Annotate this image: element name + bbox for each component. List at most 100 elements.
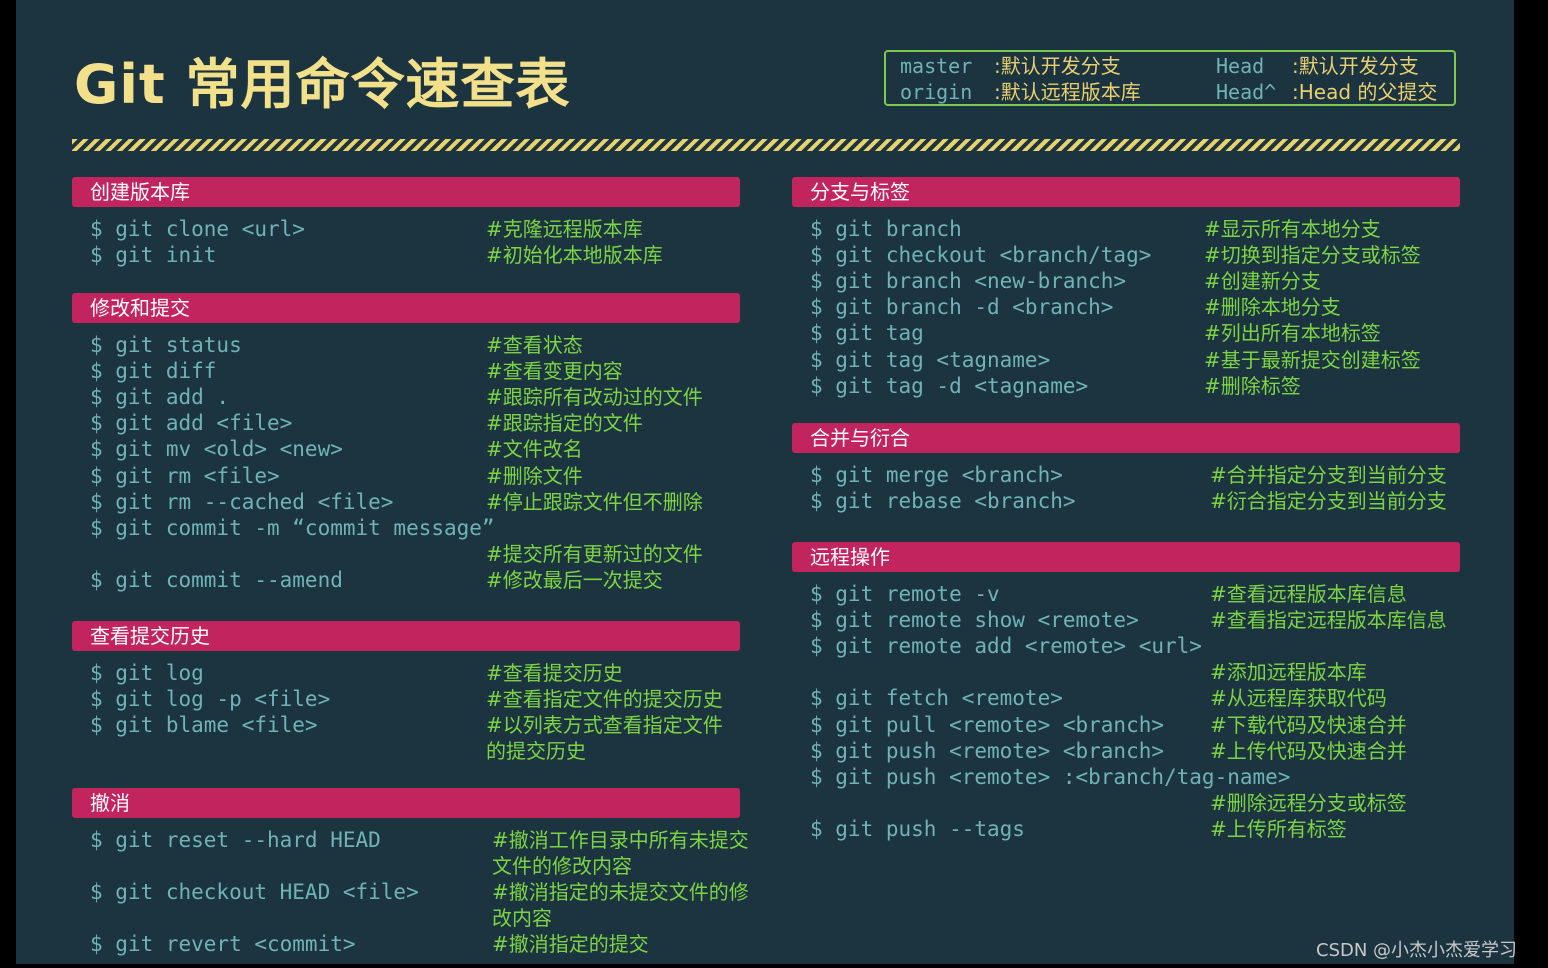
command-description: #初始化本地版本库 <box>486 243 663 268</box>
page-title: Git 常用命令速查表 <box>74 53 571 116</box>
legend-value: :Head 的父提交 <box>1292 80 1438 104</box>
section-title: 撤消 <box>90 791 130 815</box>
command-line: $ git remote -v #查看远程版本库信息 <box>810 581 1460 607</box>
command-line: $ git branch #显示所有本地分支 <box>810 216 1460 242</box>
command-description: #查看远程版本库信息 <box>1210 582 1407 606</box>
command-line: $ git tag <tagname> #基于最新提交创建标签 <box>810 347 1460 373</box>
legend-key: master <box>900 54 973 78</box>
command-description: 改内容 <box>492 906 552 931</box>
command-text: $ git commit -m “commit message” <box>90 515 495 540</box>
command-text: $ git remote show <remote> <box>810 608 1139 633</box>
command-description: #修改最后一次提交 <box>486 567 663 592</box>
command-line: $ git tag -d <tagname> #删除标签 <box>810 373 1460 399</box>
command-line: $ git checkout HEAD <file> #撤消指定的未提交文件的修 <box>90 879 749 905</box>
command-text: $ git init <box>90 243 217 268</box>
command-line: $ git blame <file> #以列表方式查看指定文件 <box>90 712 740 738</box>
command-line: $ git branch <new-branch> #创建新分支 <box>810 268 1460 294</box>
section-title-bar: 修改和提交 <box>72 293 740 323</box>
legend-key: Head^ <box>1216 80 1277 104</box>
command-line: $ git checkout <branch/tag> #切换到指定分支或标签 <box>810 242 1460 268</box>
command-line: $ git status #查看状态 <box>90 332 740 358</box>
command-line: $ git init #初始化本地版本库 <box>90 242 740 268</box>
command-line: $ git clone <url> #克隆远程版本库 <box>90 216 740 242</box>
section-title: 远程操作 <box>810 545 890 569</box>
command-line: $ git fetch <remote> #从远程库获取代码 <box>810 685 1460 711</box>
legend-key: origin <box>900 80 973 104</box>
command-description: #停止跟踪文件但不删除 <box>486 489 703 514</box>
command-text: $ git revert <commit> <box>90 932 356 957</box>
command-description: #显示所有本地分支 <box>1204 217 1381 241</box>
command-text: $ git branch -d <branch> <box>810 295 1114 320</box>
command-line: $ git revert <commit> #撤消指定的提交 <box>90 931 740 957</box>
command-line: $ git remote add <remote> <url> <box>810 633 1460 659</box>
command-line: $ git rebase <branch> #衍合指定分支到当前分支 <box>810 488 1460 514</box>
command-description: #上传代码及快速合并 <box>1210 738 1407 763</box>
command-description: #下载代码及快速合并 <box>1210 712 1407 737</box>
command-line: $ git tag #列出所有本地标签 <box>810 320 1460 346</box>
command-line: $ git push <remote> :<branch/tag-name> <box>810 764 1460 790</box>
command-description: #查看指定远程版本库信息 <box>1210 608 1447 633</box>
section-title: 分支与标签 <box>810 180 910 204</box>
command-line: 改内容 <box>90 905 740 931</box>
command-text: $ git pull <remote> <branch> <box>810 712 1165 737</box>
legend-box: master :默认开发分支 Head :默认开发分支 origin :默认远程… <box>884 50 1456 106</box>
section-title-bar: 合并与衍合 <box>792 423 1460 453</box>
command-line: $ git rm --cached <file> #停止跟踪文件但不删除 <box>90 489 740 515</box>
section-title-bar: 查看提交历史 <box>72 621 740 651</box>
cheat-sheet: Git 常用命令速查表 master :默认开发分支 Head :默认开发分支 … <box>16 0 1517 964</box>
command-description: #查看状态 <box>486 333 583 357</box>
command-text: $ git push <remote> <branch> <box>810 738 1165 763</box>
command-description: 的提交历史 <box>486 739 586 764</box>
command-line: $ git push <remote> <branch> #上传代码及快速合并 <box>810 738 1460 764</box>
divider-stripes <box>72 139 1460 151</box>
command-line: 的提交历史 <box>90 738 740 764</box>
command-description: #删除标签 <box>1204 373 1301 398</box>
command-line: $ git mv <old> <new> #文件改名 <box>90 436 740 462</box>
command-description: #上传所有标签 <box>1210 816 1347 841</box>
legend-key: Head <box>1216 54 1265 78</box>
command-text: $ git log <box>90 661 204 685</box>
command-text: $ git log -p <file> <box>90 687 331 712</box>
command-line: #提交所有更新过的文件 <box>90 541 740 567</box>
command-description: #跟踪指定的文件 <box>486 411 643 436</box>
command-text: $ git diff <box>90 359 217 384</box>
command-text: $ git checkout HEAD <file> <box>90 880 419 905</box>
command-text: $ git rm --cached <file> <box>90 489 394 514</box>
legend-value: :默认开发分支 <box>1292 54 1419 78</box>
command-text: $ git mv <old> <new> <box>90 437 343 462</box>
command-line: $ git add . #跟踪所有改动过的文件 <box>90 384 740 410</box>
command-description: #从远程库获取代码 <box>1210 686 1387 711</box>
command-description: #克隆远程版本库 <box>486 217 643 241</box>
command-text: $ git tag <box>810 321 924 346</box>
command-text: $ git add . <box>90 385 230 410</box>
command-text: $ git push --tags <box>810 816 1025 841</box>
legend-value: :默认开发分支 <box>994 54 1121 78</box>
section-title: 修改和提交 <box>90 296 190 320</box>
command-description: #合并指定分支到当前分支 <box>1210 463 1447 487</box>
command-line: $ git push --tags #上传所有标签 <box>810 816 1460 842</box>
command-description: #衍合指定分支到当前分支 <box>1210 489 1447 514</box>
command-line: $ git pull <remote> <branch> #下载代码及快速合并 <box>810 712 1460 738</box>
command-description: #提交所有更新过的文件 <box>486 541 703 566</box>
command-text: $ git status <box>90 333 242 357</box>
command-line: 文件的修改内容 <box>90 853 740 879</box>
command-text: $ git merge <branch> <box>810 463 1063 487</box>
command-text: $ git add <file> <box>90 411 293 436</box>
section-title-bar: 创建版本库 <box>72 177 740 207</box>
command-line: $ git log -p <file> #查看指定文件的提交历史 <box>90 686 740 712</box>
command-text: $ git tag -d <tagname> <box>810 373 1089 398</box>
command-line: $ git rm <file> #删除文件 <box>90 463 740 489</box>
command-text: $ git commit --amend <box>90 567 343 592</box>
section-title: 合并与衍合 <box>810 426 910 450</box>
command-line: $ git log #查看提交历史 <box>90 660 740 686</box>
command-text: $ git rebase <branch> <box>810 489 1076 514</box>
command-text: $ git checkout <branch/tag> <box>810 243 1152 268</box>
command-line: #添加远程版本库 <box>810 659 1460 685</box>
command-text: $ git branch <box>810 217 962 241</box>
command-description: #跟踪所有改动过的文件 <box>486 385 703 410</box>
command-text: $ git reset --hard HEAD <box>90 828 381 852</box>
command-text: $ git rm <file> <box>90 463 280 488</box>
command-text: $ git blame <file> <box>90 713 318 738</box>
command-description: #文件改名 <box>486 437 583 462</box>
command-description: #删除本地分支 <box>1204 295 1341 320</box>
